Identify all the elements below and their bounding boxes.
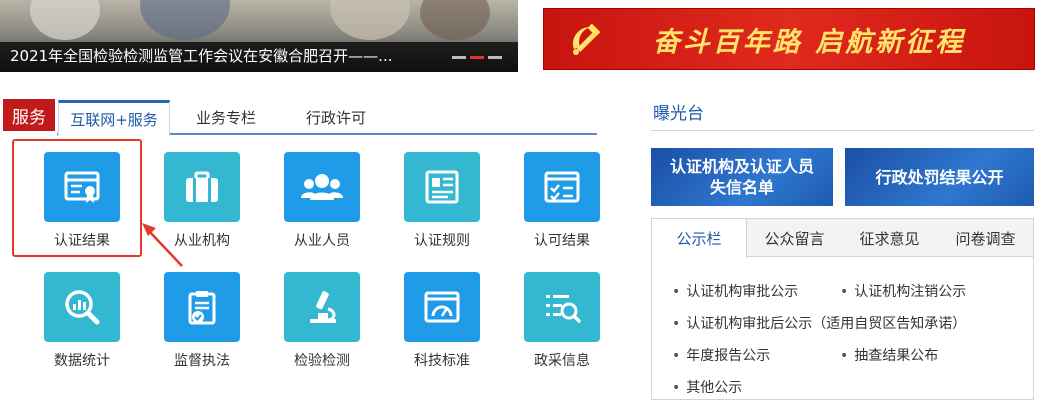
slogan-banner[interactable]: 奋斗百年路 启航新征程: [543, 8, 1035, 70]
icon-tile: [284, 272, 360, 342]
news-caption-link[interactable]: 2021年全国检验检测监管工作会议在安徽合肥召开——...: [10, 45, 392, 66]
magnify-chart-icon: [65, 290, 100, 325]
service-item-testing[interactable]: 检验检测: [254, 272, 374, 382]
microscope-icon: [310, 291, 336, 323]
slogan-text: 奋斗百年路 启航新征程: [652, 26, 966, 58]
carousel-dot-active[interactable]: [470, 56, 484, 59]
icon-tile: [524, 152, 600, 222]
service-item-label: 检验检测: [294, 353, 350, 369]
notice-panel: 公示栏 公众留言 征求意见 问卷调查 • 认证机构审批公示 • 认证机构注销公示 •…: [651, 218, 1034, 400]
gauge-window-icon: [424, 291, 460, 323]
carousel-dot[interactable]: [452, 56, 466, 59]
news-carousel[interactable]: 2021年全国检验检测监管工作会议在安徽合肥召开——...: [0, 0, 518, 72]
tab-business-column[interactable]: 业务专栏: [176, 100, 276, 134]
photo-detail: [420, 0, 490, 40]
service-item-label: 数据统计: [54, 353, 110, 369]
checklist-icon: [544, 171, 580, 203]
bullet-icon: •: [672, 348, 681, 364]
service-item-tech-standards[interactable]: 科技标准: [374, 272, 494, 382]
exposure-section-title: 曝光台: [653, 104, 704, 124]
icon-tile: [284, 152, 360, 222]
bullet-icon: •: [672, 316, 681, 332]
hammer-sickle-icon: [572, 23, 601, 55]
tab-questionnaire[interactable]: 问卷调查: [937, 219, 1034, 257]
people-icon: [301, 174, 343, 200]
notice-link-text: 认证机构审批公示: [686, 284, 799, 300]
bullet-icon: •: [840, 284, 849, 300]
photo-detail: [330, 0, 410, 40]
service-section-tag: 服务: [3, 99, 55, 131]
tab-bulletin[interactable]: 公示栏: [652, 219, 747, 258]
tab-admin-license[interactable]: 行政许可: [286, 100, 386, 134]
notice-link[interactable]: • 认证机构审批后公示（适用自贸区告知承诺）: [672, 313, 966, 333]
service-item-label: 认可结果: [534, 233, 590, 249]
tab-solicit-opinions[interactable]: 征求意见: [842, 219, 937, 257]
service-item-supervision[interactable]: 监督执法: [134, 272, 254, 382]
service-item-label: 认证规则: [414, 233, 470, 249]
service-item-label: 从业人员: [294, 233, 350, 249]
carousel-dot[interactable]: [488, 56, 502, 59]
carousel-indicators: [452, 56, 502, 59]
notice-link[interactable]: • 认证机构审批公示: [672, 281, 798, 301]
notice-link-text: 认证机构审批后公示（适用自贸区告知承诺）: [686, 316, 967, 332]
service-item-label: 监督执法: [174, 353, 230, 369]
penalty-results-banner[interactable]: 行政处罚结果公开: [845, 148, 1034, 206]
bullet-icon: •: [672, 380, 681, 396]
service-item-personnel[interactable]: 从业人员: [254, 152, 374, 262]
dishonest-list-banner[interactable]: 认证机构及认证人员 失信名单: [651, 148, 833, 206]
banner-text: 行政处罚结果公开: [875, 167, 1004, 187]
bullet-icon: •: [840, 348, 849, 364]
document-rules-icon: [425, 170, 459, 204]
service-item-statistics[interactable]: 数据统计: [14, 272, 134, 382]
clipboard-check-icon: [188, 291, 216, 325]
icon-tile: [524, 272, 600, 342]
tab-public-messages[interactable]: 公众留言: [747, 219, 842, 257]
notice-link[interactable]: • 抽查结果公布: [840, 345, 938, 365]
tab-internet-service[interactable]: 互联网+服务: [58, 100, 170, 136]
notice-tabs: 公示栏 公众留言 征求意见 问卷调查: [652, 219, 1034, 258]
service-item-procurement[interactable]: 政采信息: [494, 272, 614, 382]
notice-link[interactable]: • 年度报告公示: [672, 345, 770, 365]
banner-line: 失信名单: [709, 178, 774, 197]
notice-link-text: 其他公示: [686, 380, 743, 396]
service-item-cert-rules[interactable]: 认证规则: [374, 152, 494, 262]
banner-text: 认证机构及认证人员 失信名单: [670, 156, 814, 198]
icon-tile: [44, 272, 120, 342]
banner-line: 认证机构及认证人员: [669, 157, 814, 176]
briefcase-icon: [186, 171, 218, 202]
highlight-annotation-box: [12, 139, 142, 257]
notice-link-text: 年度报告公示: [686, 348, 771, 364]
notice-link[interactable]: • 认证机构注销公示: [840, 281, 966, 301]
divider: [651, 130, 1034, 131]
notice-link-text: 认证机构注销公示: [854, 284, 967, 300]
list-search-icon: [546, 295, 581, 323]
icon-tile: [404, 272, 480, 342]
icon-tile: [164, 152, 240, 222]
service-item-accreditation[interactable]: 认可结果: [494, 152, 614, 262]
bullet-icon: •: [672, 284, 681, 300]
icon-tile: [164, 272, 240, 342]
service-item-label: 政采信息: [534, 353, 590, 369]
notice-link[interactable]: • 其他公示: [672, 377, 742, 397]
icon-tile: [404, 152, 480, 222]
photo-detail: [30, 0, 100, 40]
photo-detail: [140, 0, 230, 40]
notice-link-text: 抽查结果公布: [854, 348, 939, 364]
arrow-pointer-icon: [142, 223, 183, 267]
service-item-label: 科技标准: [414, 353, 470, 369]
